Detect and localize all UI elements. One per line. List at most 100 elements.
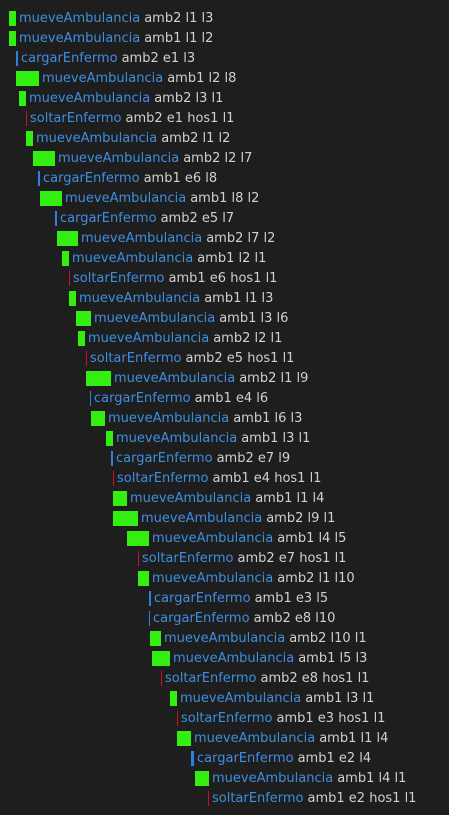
plan-step[interactable]: cargarEnfermo amb1 e3 l5 xyxy=(149,588,328,608)
step-action-name: mueveAmbulancia xyxy=(180,690,302,706)
step-duration-bar xyxy=(19,90,26,106)
step-arguments: amb1 e2 l4 xyxy=(297,750,372,766)
plan-step[interactable]: soltarEnfermo amb1 e6 hos1 l1 xyxy=(69,268,277,288)
plan-step[interactable]: mueveAmbulancia amb1 l2 l1 xyxy=(62,248,266,268)
plan-step[interactable]: mueveAmbulancia amb2 l1 l9 xyxy=(86,368,308,388)
step-arguments: amb1 e3 hos1 l1 xyxy=(276,710,386,726)
plan-step[interactable]: mueveAmbulancia amb2 l7 l2 xyxy=(57,228,275,248)
step-action-name: mueveAmbulancia xyxy=(152,530,274,546)
plan-step[interactable]: mueveAmbulancia amb1 l1 l3 xyxy=(69,288,273,308)
plan-step[interactable]: mueveAmbulancia amb2 l1 l3 xyxy=(9,8,213,28)
plan-step[interactable]: mueveAmbulancia amb2 l2 l7 xyxy=(33,148,252,168)
step-arguments: amb2 l3 l1 xyxy=(154,90,224,106)
step-duration-bar xyxy=(78,330,85,346)
step-action-name: cargarEnfermo xyxy=(116,450,213,466)
step-duration-bar xyxy=(113,510,138,526)
plan-step[interactable]: mueveAmbulancia amb2 l1 l2 xyxy=(26,128,230,148)
step-duration-bar xyxy=(149,590,151,606)
plan-step[interactable]: soltarEnfermo amb2 e8 hos1 l1 xyxy=(161,668,369,688)
step-duration-bar xyxy=(191,750,194,766)
plan-step[interactable]: cargarEnfermo amb2 e5 l7 xyxy=(55,208,234,228)
plan-step[interactable]: mueveAmbulancia amb2 l2 l1 xyxy=(78,328,282,348)
plan-step[interactable]: soltarEnfermo amb1 e2 hos1 l1 xyxy=(208,788,416,808)
plan-step[interactable]: cargarEnfermo amb2 e1 l3 xyxy=(16,48,195,68)
step-action-name: cargarEnfermo xyxy=(153,610,250,626)
step-duration-bar xyxy=(111,450,113,466)
plan-step[interactable]: soltarEnfermo amb2 e5 hos1 l1 xyxy=(86,348,294,368)
step-arguments: amb1 l4 l1 xyxy=(337,770,407,786)
plan-step[interactable]: cargarEnfermo amb2 e7 l9 xyxy=(111,448,290,468)
step-duration-bar xyxy=(16,70,39,86)
plan-step[interactable]: mueveAmbulancia amb1 l1 l2 xyxy=(9,28,213,48)
plan-step[interactable]: soltarEnfermo amb1 e4 hos1 l1 xyxy=(113,468,321,488)
step-duration-bar xyxy=(38,170,40,186)
plan-step[interactable]: mueveAmbulancia amb1 l3 l1 xyxy=(106,428,310,448)
plan-step[interactable]: mueveAmbulancia amb2 l9 l1 xyxy=(113,508,335,528)
plan-step[interactable]: mueveAmbulancia amb1 l2 l8 xyxy=(16,68,236,88)
plan-step[interactable]: mueveAmbulancia amb2 l3 l1 xyxy=(19,88,223,108)
step-action-name: mueveAmbulancia xyxy=(116,430,238,446)
step-duration-bar xyxy=(106,430,113,446)
step-duration-bar xyxy=(69,270,70,286)
plan-step[interactable]: soltarEnfermo amb2 e1 hos1 l1 xyxy=(26,108,234,128)
step-arguments: amb1 l5 l3 xyxy=(298,650,368,666)
plan-step[interactable]: mueveAmbulancia amb1 l4 l1 xyxy=(195,768,406,788)
step-duration-bar xyxy=(113,470,114,486)
plan-step[interactable]: mueveAmbulancia amb2 l1 l10 xyxy=(138,568,355,588)
plan-step[interactable]: cargarEnfermo amb1 e6 l8 xyxy=(38,168,217,188)
step-duration-bar xyxy=(195,770,209,786)
plan-step[interactable]: mueveAmbulancia amb1 l6 l3 xyxy=(91,408,302,428)
step-arguments: amb1 e2 hos1 l1 xyxy=(307,790,417,806)
step-duration-bar xyxy=(127,530,149,546)
step-action-name: mueveAmbulancia xyxy=(36,130,158,146)
step-action-name: mueveAmbulancia xyxy=(114,370,236,386)
step-arguments: amb2 l1 l2 xyxy=(161,130,231,146)
step-arguments: amb1 e4 l6 xyxy=(194,390,269,406)
plan-step[interactable]: cargarEnfermo amb1 e2 l4 xyxy=(191,748,371,768)
step-action-name: soltarEnfermo xyxy=(117,470,209,486)
plan-timeline: mueveAmbulancia amb2 l1 l3 mueveAmbulancia… xyxy=(0,0,449,815)
step-arguments: amb1 l3 l1 xyxy=(241,430,311,446)
plan-step[interactable]: mueveAmbulancia amb1 l8 l2 xyxy=(40,188,259,208)
plan-step[interactable]: cargarEnfermo amb1 e4 l6 xyxy=(90,388,268,408)
step-action-name: mueveAmbulancia xyxy=(141,510,263,526)
plan-step[interactable]: mueveAmbulancia amb1 l1 l4 xyxy=(113,488,324,508)
step-action-name: mueveAmbulancia xyxy=(65,190,187,206)
step-action-name: soltarEnfermo xyxy=(181,710,273,726)
step-duration-bar xyxy=(57,230,78,246)
plan-step[interactable]: mueveAmbulancia amb1 l3 l6 xyxy=(76,308,288,328)
plan-step[interactable]: soltarEnfermo amb2 e7 hos1 l1 xyxy=(138,548,346,568)
step-duration-bar xyxy=(76,310,91,326)
step-duration-bar xyxy=(177,730,191,746)
step-duration-bar xyxy=(170,690,177,706)
step-duration-bar xyxy=(113,490,127,506)
step-action-name: mueveAmbulancia xyxy=(58,150,180,166)
step-action-name: cargarEnfermo xyxy=(197,750,294,766)
step-action-name: mueveAmbulancia xyxy=(130,490,252,506)
step-duration-bar xyxy=(26,130,33,146)
step-arguments: amb2 e5 hos1 l1 xyxy=(185,350,295,366)
plan-step[interactable]: mueveAmbulancia amb1 l4 l5 xyxy=(127,528,346,548)
step-action-name: cargarEnfermo xyxy=(60,210,157,226)
step-duration-bar xyxy=(69,290,76,306)
step-action-name: mueveAmbulancia xyxy=(29,90,151,106)
plan-step[interactable]: mueveAmbulancia amb1 l5 l3 xyxy=(152,648,367,668)
step-action-name: mueveAmbulancia xyxy=(212,770,334,786)
step-arguments: amb1 l2 l1 xyxy=(197,250,267,266)
step-duration-bar xyxy=(16,50,18,66)
plan-step[interactable]: mueveAmbulancia amb2 l10 l1 xyxy=(150,628,367,648)
plan-step[interactable]: cargarEnfermo amb2 e8 l10 xyxy=(149,608,335,628)
plan-step[interactable]: soltarEnfermo amb1 e3 hos1 l1 xyxy=(177,708,385,728)
step-arguments: amb2 l7 l2 xyxy=(206,230,276,246)
step-duration-bar xyxy=(26,110,27,126)
step-action-name: soltarEnfermo xyxy=(30,110,122,126)
step-action-name: mueveAmbulancia xyxy=(88,330,210,346)
step-arguments: amb1 l6 l3 xyxy=(233,410,303,426)
plan-step[interactable]: mueveAmbulancia amb1 l1 l4 xyxy=(177,728,388,748)
step-arguments: amb2 e8 l10 xyxy=(253,610,336,626)
step-action-name: mueveAmbulancia xyxy=(42,70,164,86)
step-duration-bar xyxy=(208,790,209,806)
step-duration-bar xyxy=(150,630,161,646)
plan-step[interactable]: mueveAmbulancia amb1 l3 l1 xyxy=(170,688,374,708)
step-arguments: amb2 e8 hos1 l1 xyxy=(260,670,370,686)
